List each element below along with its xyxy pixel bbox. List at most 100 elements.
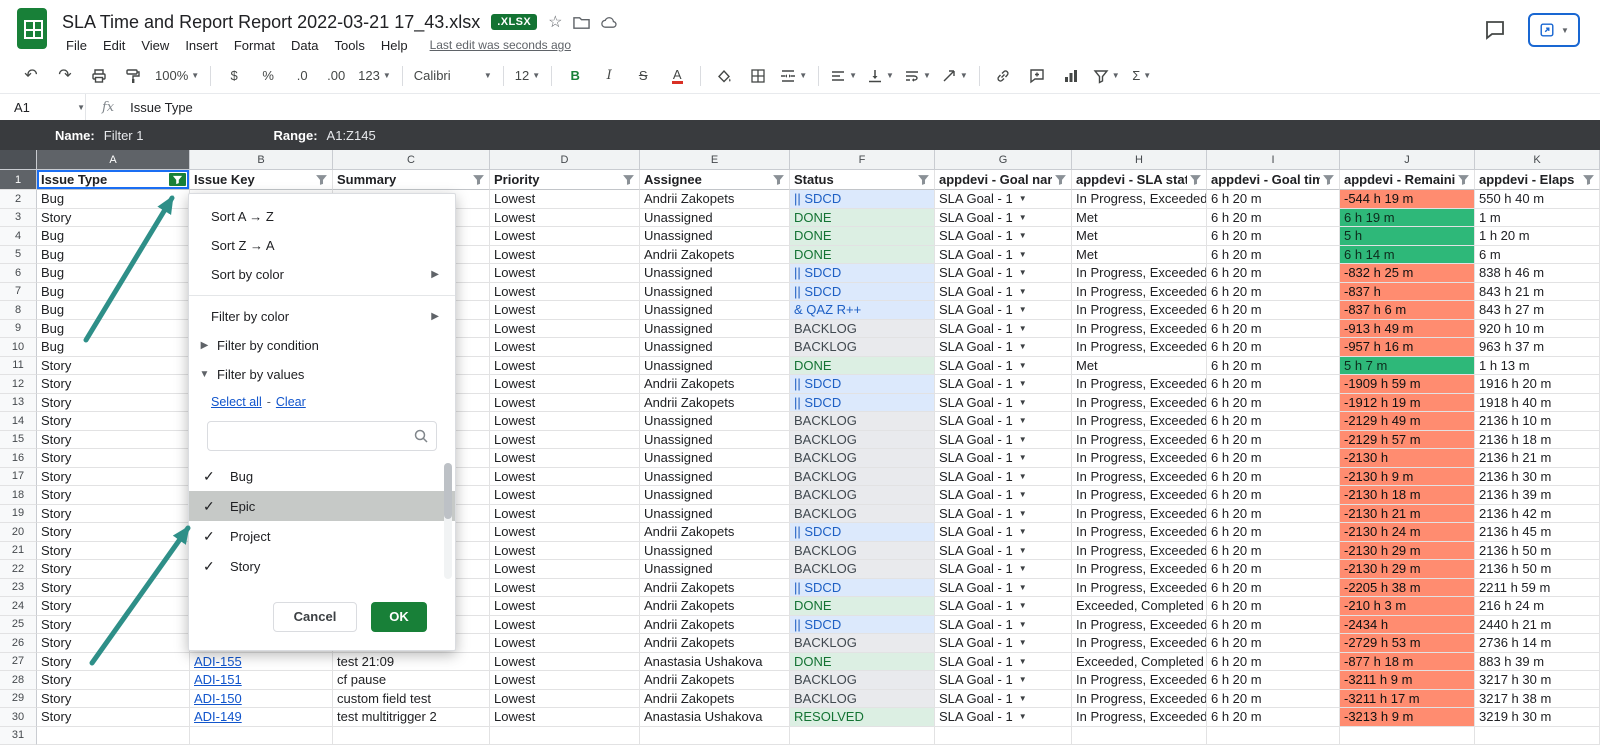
cell-issue-type[interactable]: Story: [37, 671, 190, 690]
cell-goal-name[interactable]: SLA Goal - 1▼: [935, 634, 1072, 653]
formula-input[interactable]: Issue Type: [130, 100, 193, 115]
cell-assignee[interactable]: Unassigned: [640, 560, 790, 579]
cell-sla-status[interactable]: In Progress, Exceeded: [1072, 264, 1207, 283]
cell-assignee[interactable]: Andrii Zakopets: [640, 671, 790, 690]
cell-goal-time[interactable]: 6 h 20 m: [1207, 653, 1340, 672]
cell-goal-name[interactable]: SLA Goal - 1▼: [935, 246, 1072, 265]
column-header-C[interactable]: C: [333, 150, 490, 170]
last-edit-link[interactable]: Last edit was seconds ago: [430, 38, 571, 52]
comment-history-icon[interactable]: [1484, 19, 1506, 41]
cell-goal-time[interactable]: 6 h 20 m: [1207, 616, 1340, 635]
cell-sla-status[interactable]: In Progress, Exceeded: [1072, 542, 1207, 561]
filter-icon-K[interactable]: [1582, 173, 1595, 186]
cell-issue-type[interactable]: Story: [37, 505, 190, 524]
filter-range-value[interactable]: A1:Z145: [327, 128, 376, 143]
cell-remaining[interactable]: -837 h 6 m: [1340, 301, 1475, 320]
cell-sla-status[interactable]: Met: [1072, 227, 1207, 246]
cell-issue-type[interactable]: Bug: [37, 264, 190, 283]
cell-elapsed[interactable]: 2211 h 59 m: [1475, 579, 1600, 598]
cell-assignee[interactable]: Anastasia Ushakova: [640, 708, 790, 727]
filter-icon-E[interactable]: [772, 173, 785, 186]
cell-priority[interactable]: Lowest: [490, 320, 640, 339]
cancel-button[interactable]: Cancel: [273, 602, 357, 632]
cell-elapsed[interactable]: 1916 h 20 m: [1475, 375, 1600, 394]
cell-summary[interactable]: cf pause: [333, 671, 490, 690]
cell-remaining[interactable]: -837 h: [1340, 283, 1475, 302]
cell-sla-status[interactable]: In Progress, Exceeded: [1072, 671, 1207, 690]
cell-goal-time[interactable]: 6 h 20 m: [1207, 505, 1340, 524]
cell-assignee[interactable]: Unassigned: [640, 227, 790, 246]
cell-priority[interactable]: Lowest: [490, 412, 640, 431]
cell-goal-time[interactable]: 6 h 20 m: [1207, 708, 1340, 727]
cell-goal-time[interactable]: 6 h 20 m: [1207, 597, 1340, 616]
cell-issue-type[interactable]: Bug: [37, 190, 190, 209]
cell-status[interactable]: BACKLOG: [790, 412, 935, 431]
cell-goal-name[interactable]: SLA Goal - 1▼: [935, 560, 1072, 579]
cell-issue-type[interactable]: Story: [37, 412, 190, 431]
menu-file[interactable]: File: [58, 38, 95, 53]
header-cell-I[interactable]: appdevi - Goal tim: [1207, 170, 1340, 190]
cell-goal-time[interactable]: 6 h 20 m: [1207, 320, 1340, 339]
cell-goal-time[interactable]: 6 h 20 m: [1207, 690, 1340, 709]
cell-assignee[interactable]: Unassigned: [640, 486, 790, 505]
cell-sla-status[interactable]: In Progress, Exceeded: [1072, 690, 1207, 709]
column-header-A[interactable]: A: [37, 150, 190, 170]
cell-goal-name[interactable]: SLA Goal - 1▼: [935, 708, 1072, 727]
cell-elapsed[interactable]: 838 h 46 m: [1475, 264, 1600, 283]
cell-summary[interactable]: custom field test: [333, 690, 490, 709]
cell-goal-time[interactable]: 6 h 20 m: [1207, 246, 1340, 265]
cell-status[interactable]: & QAZ R++: [790, 301, 935, 320]
cell-goal-name[interactable]: SLA Goal - 1▼: [935, 320, 1072, 339]
cell-priority[interactable]: Lowest: [490, 505, 640, 524]
cell-sla-status[interactable]: In Progress, Exceeded: [1072, 431, 1207, 450]
cell-sla-status[interactable]: In Progress, Exceeded: [1072, 375, 1207, 394]
column-header-I[interactable]: I: [1207, 150, 1340, 170]
cell-sla-status[interactable]: Exceeded, Completed: [1072, 597, 1207, 616]
cell-status[interactable]: BACKLOG: [790, 338, 935, 357]
cell-assignee[interactable]: Andrii Zakopets: [640, 190, 790, 209]
cell-goal-name[interactable]: SLA Goal - 1▼: [935, 338, 1072, 357]
cell-remaining[interactable]: -2130 h 9 m: [1340, 468, 1475, 487]
cell-elapsed[interactable]: 1 h 13 m: [1475, 357, 1600, 376]
column-header-J[interactable]: J: [1340, 150, 1475, 170]
cell-remaining[interactable]: -2130 h 29 m: [1340, 560, 1475, 579]
cell-status[interactable]: RESOLVED: [790, 708, 935, 727]
cell-priority[interactable]: Lowest: [490, 579, 640, 598]
cell-sla-status[interactable]: Met: [1072, 357, 1207, 376]
redo-icon[interactable]: ↷: [48, 63, 82, 89]
filter-icon-D[interactable]: [622, 173, 635, 186]
cell-sla-status[interactable]: In Progress, Exceeded: [1072, 616, 1207, 635]
header-cell-A[interactable]: Issue Type: [37, 170, 190, 190]
row-header-2[interactable]: 2: [0, 190, 37, 209]
cell-issue-type[interactable]: Bug: [37, 338, 190, 357]
star-icon[interactable]: ☆: [548, 12, 562, 32]
row-header-20[interactable]: 20: [0, 523, 37, 542]
issue-key-link[interactable]: ADI-150: [194, 691, 242, 706]
cell-sla-status[interactable]: In Progress, Exceeded: [1072, 190, 1207, 209]
cell-issue-type[interactable]: Story: [37, 690, 190, 709]
cell-assignee[interactable]: Andrii Zakopets: [640, 634, 790, 653]
cell-assignee[interactable]: Andrii Zakopets: [640, 579, 790, 598]
cell-elapsed[interactable]: 843 h 21 m: [1475, 283, 1600, 302]
filter-value-project[interactable]: ✓Project: [189, 521, 455, 551]
cell-issue-type[interactable]: Story: [37, 523, 190, 542]
menu-format[interactable]: Format: [226, 38, 283, 53]
cell-priority[interactable]: Lowest: [490, 301, 640, 320]
menu-insert[interactable]: Insert: [177, 38, 226, 53]
row-header-11[interactable]: 11: [0, 357, 37, 376]
cell-assignee[interactable]: Unassigned: [640, 449, 790, 468]
cell-elapsed[interactable]: 550 h 40 m: [1475, 190, 1600, 209]
cell-remaining[interactable]: -3211 h 9 m: [1340, 671, 1475, 690]
cell-elapsed[interactable]: 2136 h 10 m: [1475, 412, 1600, 431]
cell-elapsed[interactable]: 2440 h 21 m: [1475, 616, 1600, 635]
filter-value-bug[interactable]: ✓Bug: [189, 461, 455, 491]
cell-goal-name[interactable]: SLA Goal - 1▼: [935, 301, 1072, 320]
cell-goal-name[interactable]: SLA Goal - 1▼: [935, 486, 1072, 505]
cell-goal-time[interactable]: 6 h 20 m: [1207, 338, 1340, 357]
cell-priority[interactable]: Lowest: [490, 486, 640, 505]
cell-remaining[interactable]: -3211 h 17 m: [1340, 690, 1475, 709]
select-all-corner[interactable]: [0, 150, 37, 170]
cell-sla-status[interactable]: In Progress, Exceeded: [1072, 320, 1207, 339]
cell-goal-time[interactable]: 6 h 20 m: [1207, 190, 1340, 209]
cell-goal-time[interactable]: 6 h 20 m: [1207, 264, 1340, 283]
